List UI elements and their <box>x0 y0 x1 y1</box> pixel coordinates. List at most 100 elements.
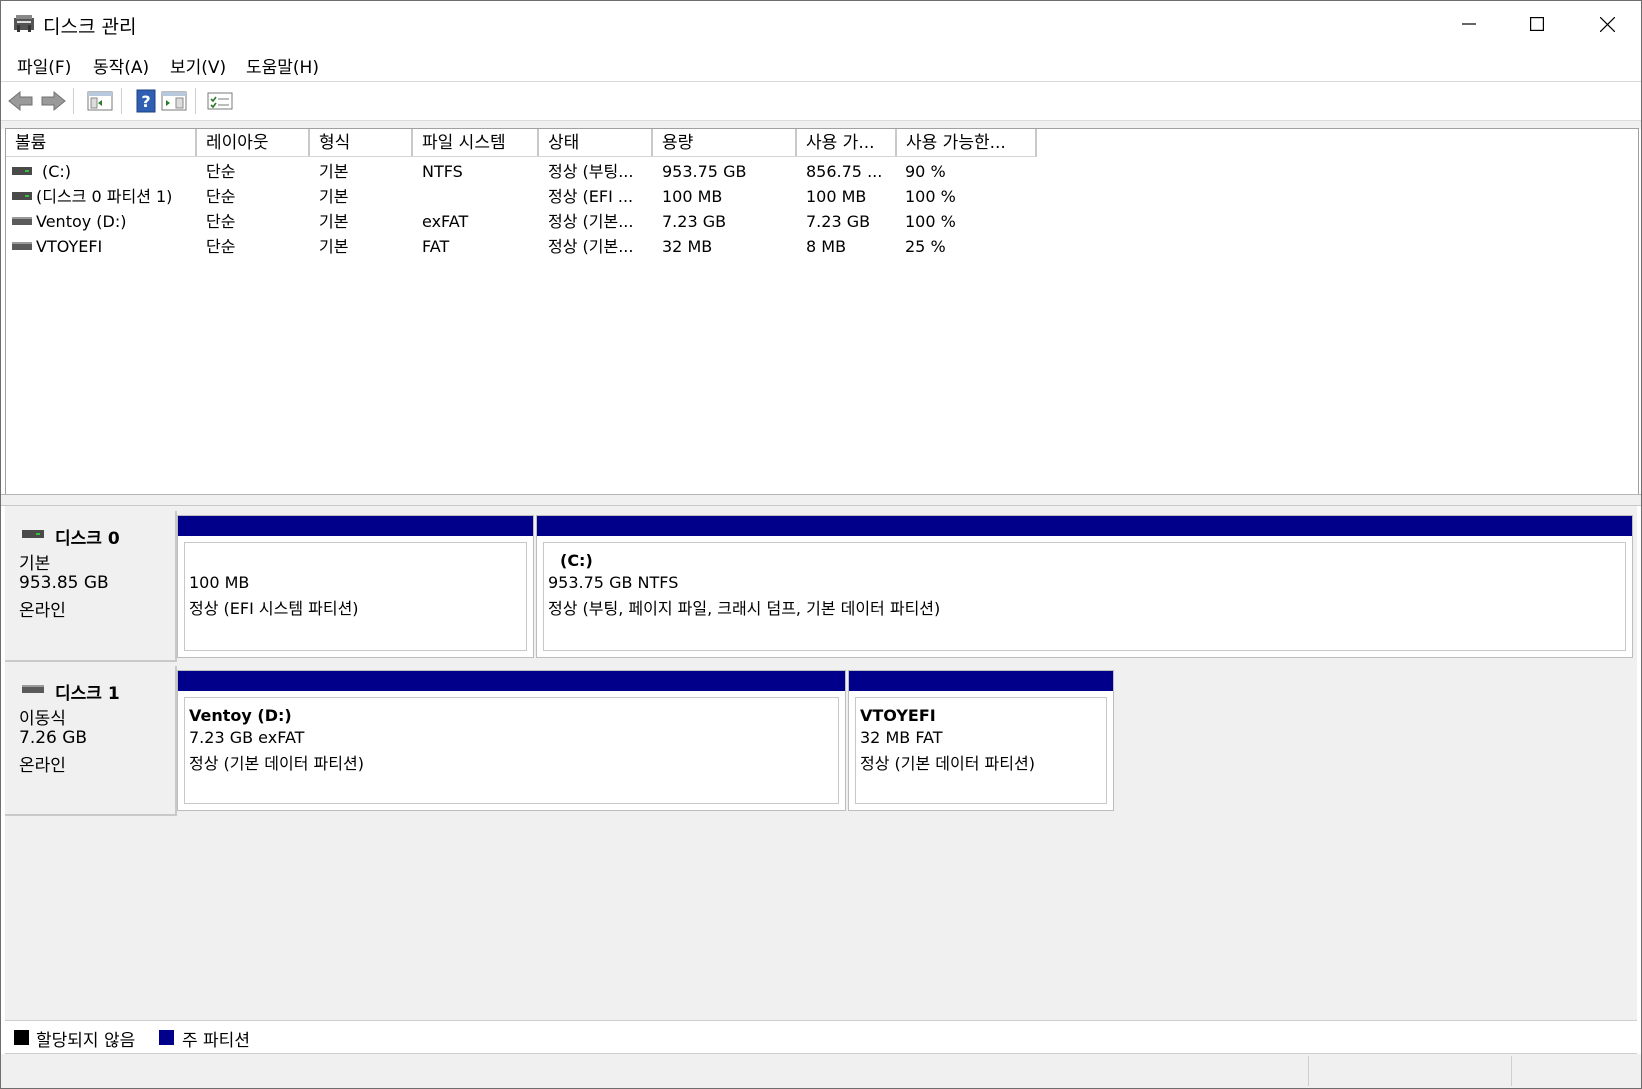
cell-free-space: 7.23 GB <box>806 212 871 231</box>
unallocated-swatch <box>14 1030 29 1045</box>
partition-legend: 할당되지 않음 주 파티션 <box>5 1020 1637 1054</box>
partition-status: 정상 (부팅, 페이지 파일, 크래시 덤프, 기본 데이터 파티션) <box>548 599 941 618</box>
close-icon <box>1599 16 1615 32</box>
cell-volume: (디스크 0 파티션 1) <box>36 187 173 206</box>
menu-file[interactable]: 파일(F) <box>15 53 73 78</box>
volume-icon <box>12 192 32 200</box>
back-button[interactable] <box>6 86 36 116</box>
partition-size: 7.23 GB exFAT <box>189 728 305 747</box>
menu-bar: 파일(F) 동작(A) 보기(V) 도움말(H) <box>1 49 1641 81</box>
minimize-button[interactable] <box>1435 1 1503 47</box>
cell-percent-free: 100 % <box>905 212 956 231</box>
disk-status: 온라인 <box>19 601 66 621</box>
console-tree-button[interactable] <box>85 86 115 116</box>
cell-capacity: 953.75 GB <box>662 162 747 181</box>
partition-size: 100 MB <box>189 573 250 592</box>
column-header-file-system[interactable]: 파일 시스템 <box>413 129 539 157</box>
cell-file-system: FAT <box>422 237 450 256</box>
partition-status: 정상 (기본 데이터 파티션) <box>860 754 1035 773</box>
table-row[interactable]: Ventoy (D:) 단순 기본 exFAT 정상 (기본... 7.23 G… <box>6 209 1046 235</box>
pane-splitter[interactable] <box>1 494 1641 506</box>
disk-0-label[interactable]: 디스크 0 기본 953.85 GB 온라인 <box>5 511 177 662</box>
table-row[interactable]: (C:) 단순 기본 NTFS 정상 (부팅... 953.75 GB 856.… <box>6 159 1046 185</box>
cell-file-system: NTFS <box>422 162 463 181</box>
column-header-free-space[interactable]: 사용 가... <box>797 129 897 157</box>
column-header-layout[interactable]: 레이아웃 <box>197 129 310 157</box>
disk-name: 디스크 0 <box>55 529 120 549</box>
primary-partition-bar <box>537 516 1632 539</box>
cell-capacity: 100 MB <box>662 187 723 206</box>
disk-1-label[interactable]: 디스크 1 이동식 7.26 GB 온라인 <box>5 666 177 816</box>
cell-free-space: 100 MB <box>806 187 867 206</box>
partition-size: 32 MB FAT <box>860 728 943 747</box>
help-button[interactable]: ? <box>131 86 161 116</box>
primary-partition-swatch <box>159 1030 174 1045</box>
cell-capacity: 7.23 GB <box>662 212 727 231</box>
show-pane-icon <box>161 91 187 111</box>
help-icon: ? <box>136 89 156 113</box>
volume-list-header: 볼륨 레이아웃 형식 파일 시스템 상태 용량 사용 가... 사용 가능한..… <box>6 129 1046 158</box>
cell-layout: 단순 <box>206 187 236 206</box>
disk-status: 온라인 <box>19 756 66 776</box>
status-separator <box>1511 1056 1512 1086</box>
toolbar-separator <box>195 88 196 114</box>
partition-details: 100 MB 정상 (EFI 시스템 파티션) <box>184 542 527 651</box>
maximize-icon <box>1530 17 1544 31</box>
volume-icon <box>12 167 32 175</box>
partition-c[interactable]: (C:) 953.75 GB NTFS 정상 (부팅, 페이지 파일, 크래시 … <box>536 515 1633 658</box>
column-header-type[interactable]: 형식 <box>310 129 413 157</box>
table-row[interactable]: (디스크 0 파티션 1) 단순 기본 정상 (EFI ... 100 MB 1… <box>6 184 1046 210</box>
primary-partition-bar <box>178 671 845 694</box>
volume-list[interactable]: 볼륨 레이아웃 형식 파일 시스템 상태 용량 사용 가... 사용 가능한..… <box>5 128 1639 495</box>
forward-arrow-icon <box>41 90 66 112</box>
column-header-capacity[interactable]: 용량 <box>653 129 797 157</box>
properties-button[interactable] <box>205 86 235 116</box>
toolbar-separator <box>73 88 74 114</box>
volume-icon <box>12 217 32 225</box>
menu-help[interactable]: 도움말(H) <box>244 53 321 78</box>
cell-volume: VTOYEFI <box>36 237 103 256</box>
window-title: 디스크 관리 <box>43 16 137 38</box>
forward-button[interactable] <box>38 86 68 116</box>
table-row[interactable]: VTOYEFI 단순 기본 FAT 정상 (기본... 32 MB 8 MB 2… <box>6 234 1046 260</box>
menu-view[interactable]: 보기(V) <box>168 53 228 78</box>
show-pane-button[interactable] <box>159 86 189 116</box>
column-header-volume[interactable]: 볼륨 <box>6 129 197 157</box>
back-arrow-icon <box>8 90 33 112</box>
cell-volume: Ventoy (D:) <box>36 212 127 231</box>
partition-vtoyefi[interactable]: VTOYEFI 32 MB FAT 정상 (기본 데이터 파티션) <box>848 670 1114 811</box>
partition-details: (C:) 953.75 GB NTFS 정상 (부팅, 페이지 파일, 크래시 … <box>543 542 1626 651</box>
cell-type: 기본 <box>319 237 349 256</box>
primary-partition-bar <box>178 516 533 539</box>
cell-status: 정상 (기본... <box>548 237 634 256</box>
svg-text:?: ? <box>141 92 150 111</box>
partition-status: 정상 (기본 데이터 파티션) <box>189 754 364 773</box>
disk-management-window: 디스크 관리 파일(F) 동작(A) 보기(V) 도움말(H) ? 볼륨 레이아… <box>0 0 1642 1089</box>
partition-ventoy[interactable]: Ventoy (D:) 7.23 GB exFAT 정상 (기본 데이터 파티션… <box>177 670 846 811</box>
cell-type: 기본 <box>319 187 349 206</box>
cell-layout: 단순 <box>206 162 236 181</box>
column-header-percent-free[interactable]: 사용 가능한... <box>897 129 1037 157</box>
cell-status: 정상 (EFI ... <box>548 187 634 206</box>
cell-status: 정상 (부팅... <box>548 162 634 181</box>
legend-primary-partition: 주 파티션 <box>182 1031 250 1051</box>
legend-unallocated: 할당되지 않음 <box>36 1031 136 1051</box>
partition-name: VTOYEFI <box>860 706 936 725</box>
partition-efi[interactable]: 100 MB 정상 (EFI 시스템 파티션) <box>177 515 534 658</box>
removable-disk-icon <box>22 685 44 693</box>
disk-graphical-view[interactable]: 디스크 0 기본 953.85 GB 온라인 100 MB 정상 (EFI 시스… <box>5 506 1637 1020</box>
primary-partition-bar <box>849 671 1113 694</box>
partition-name: Ventoy (D:) <box>189 706 292 725</box>
menu-action[interactable]: 동작(A) <box>91 53 151 78</box>
status-separator <box>1308 1056 1309 1086</box>
volume-icon <box>12 242 32 250</box>
console-tree-icon <box>87 91 113 111</box>
title-bar[interactable]: 디스크 관리 <box>1 1 1641 47</box>
disk-size: 7.26 GB <box>19 728 88 748</box>
maximize-button[interactable] <box>1503 1 1571 47</box>
close-button[interactable] <box>1573 1 1641 47</box>
column-header-status[interactable]: 상태 <box>539 129 653 157</box>
disk-type: 이동식 <box>19 709 66 729</box>
cell-type: 기본 <box>319 162 349 181</box>
disk-name: 디스크 1 <box>55 684 120 704</box>
